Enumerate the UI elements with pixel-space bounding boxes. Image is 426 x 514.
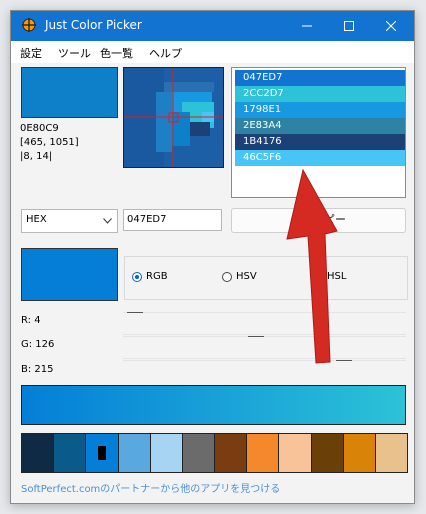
copy-value-button[interactable]: 値をコピー: [231, 208, 406, 233]
menu-bar: 設定 ツール 色一覧 ヘルプ: [11, 41, 414, 63]
channel-r-label: R: 4: [21, 315, 41, 326]
gradient-bar[interactable]: [21, 385, 406, 425]
channel-b-slider[interactable]: [123, 360, 406, 361]
window-title: Just Color Picker: [45, 18, 142, 32]
hex-value-field[interactable]: 047ED7: [123, 209, 222, 231]
app-window: Just Color Picker 設定 ツール 色一覧 ヘルプ 0E80C9 …: [10, 10, 415, 504]
radio-unchecked-icon: [313, 271, 323, 282]
menu-tools[interactable]: ツール: [58, 45, 91, 61]
track-divider: [123, 358, 406, 359]
channel-g-label: G: 126: [21, 339, 55, 350]
menu-help[interactable]: ヘルプ: [149, 45, 182, 61]
palette-swatch[interactable]: [311, 434, 344, 472]
color-palette: [21, 433, 408, 473]
list-item[interactable]: 1798E1: [235, 102, 405, 118]
slider-thumb[interactable]: [126, 312, 143, 313]
close-icon: [386, 21, 396, 31]
palette-swatch[interactable]: [118, 434, 151, 472]
close-button[interactable]: [370, 11, 412, 41]
promo-link[interactable]: SoftPerfect.comのパートナーから他のアプリを見つける: [21, 480, 280, 495]
palette-swatch[interactable]: [86, 434, 119, 472]
slider-thumb[interactable]: [336, 360, 353, 361]
chevron-down-icon: [103, 218, 112, 224]
palette-swatch[interactable]: [150, 434, 183, 472]
palette-swatch[interactable]: [247, 434, 280, 472]
color-history-list[interactable]: 047ED7 2CC2D7 1798E1 2E83A4 1B4176 46C5F…: [231, 67, 406, 198]
cursor-offset: |8, 14|: [20, 151, 53, 162]
channel-g-slider[interactable]: [123, 336, 406, 337]
palette-selection-marker: [98, 446, 107, 460]
palette-swatch[interactable]: [182, 434, 216, 472]
radio-unchecked-icon: [222, 271, 232, 282]
channel-r-slider[interactable]: [123, 312, 406, 313]
palette-swatch[interactable]: [215, 434, 248, 472]
radio-hsv[interactable]: HSV: [222, 271, 257, 282]
magnifier-view: [123, 67, 224, 168]
palette-swatch[interactable]: [54, 434, 87, 472]
cursor-coordinates: [465, 1051]: [20, 137, 79, 148]
palette-swatch[interactable]: [279, 434, 312, 472]
selected-color-swatch: [21, 248, 118, 301]
list-item[interactable]: 1B4176: [235, 134, 405, 150]
crosshair-app-icon: [22, 18, 36, 32]
track-divider: [123, 334, 406, 335]
list-item[interactable]: 047ED7: [235, 70, 405, 86]
maximize-button[interactable]: [328, 11, 370, 41]
channel-b-label: B: 215: [21, 364, 54, 375]
palette-swatch[interactable]: [343, 434, 376, 472]
slider-thumb[interactable]: [248, 336, 264, 337]
maximize-icon: [344, 21, 354, 31]
minimize-icon: [302, 25, 312, 27]
magnified-edge-icon: [124, 68, 223, 167]
format-select[interactable]: HEX: [21, 209, 118, 233]
radio-hsl[interactable]: HSL: [313, 271, 346, 282]
list-item[interactable]: 2CC2D7: [235, 86, 405, 102]
current-hex: 0E80C9: [20, 123, 59, 134]
radio-rgb[interactable]: RGB: [132, 271, 168, 282]
minimize-button[interactable]: [286, 11, 328, 41]
radio-checked-icon: [132, 271, 142, 282]
list-item[interactable]: 2E83A4: [235, 118, 405, 134]
menu-settings[interactable]: 設定: [20, 45, 42, 61]
color-model-group: RGB HSV HSL: [124, 256, 408, 300]
palette-swatch[interactable]: [22, 434, 55, 472]
title-bar: Just Color Picker: [11, 11, 414, 41]
list-item[interactable]: 46C5F6: [235, 150, 405, 166]
palette-swatch[interactable]: [375, 434, 408, 472]
current-color-swatch: [21, 67, 118, 118]
menu-color-list[interactable]: 色一覧: [100, 45, 133, 61]
format-select-value: HEX: [26, 214, 47, 225]
